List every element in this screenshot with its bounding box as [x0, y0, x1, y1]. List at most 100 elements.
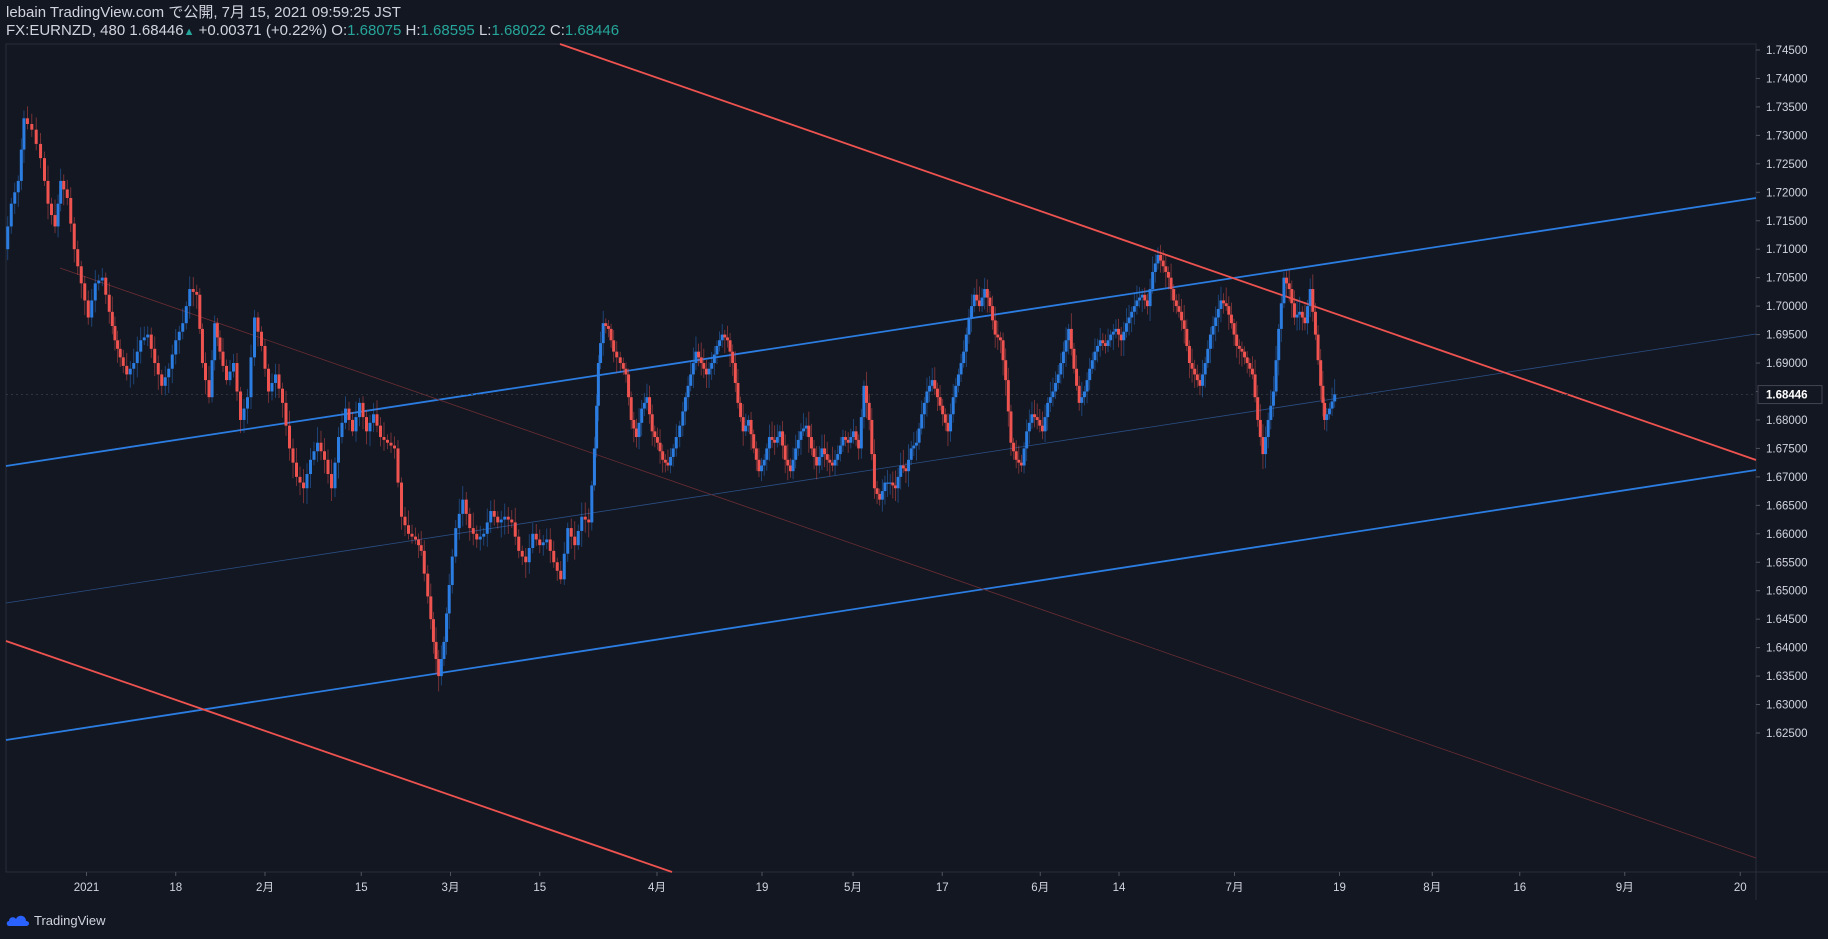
candle-body [121, 357, 125, 366]
candle-body [836, 454, 840, 460]
candle-body [431, 619, 435, 642]
candle-body [1101, 340, 1105, 344]
candle-body [773, 439, 777, 443]
candle-body [809, 437, 813, 449]
price-tag-label: 1.68446 [1766, 390, 1808, 402]
candle-body [833, 459, 837, 466]
candle-body [1193, 368, 1197, 375]
candle-body [1292, 303, 1296, 318]
price-tick-label: 1.70500 [1766, 273, 1808, 285]
candle-body [524, 556, 528, 563]
candle-body [736, 382, 740, 403]
candle-body [43, 158, 46, 181]
candle-body [812, 448, 816, 457]
candle-body [1248, 363, 1252, 369]
candle-body [489, 511, 493, 523]
candle-body [1038, 419, 1042, 426]
candle-body [382, 437, 386, 440]
candle-body [1253, 374, 1257, 398]
candle-body [83, 283, 87, 301]
candle-body [1211, 326, 1215, 335]
candle-body [1143, 294, 1147, 301]
candle-body [1046, 402, 1050, 418]
candle-body [775, 437, 779, 443]
candle-body [207, 380, 211, 398]
candle-body [396, 448, 400, 483]
candle-body [723, 334, 727, 338]
candle-body [648, 397, 652, 415]
candle-body [372, 414, 375, 423]
candle-body [683, 397, 687, 412]
candle-body [712, 354, 716, 364]
candle-body [715, 345, 719, 355]
candle-body [964, 334, 968, 352]
time-tick-label: 15 [355, 882, 368, 894]
candle-body [1303, 317, 1307, 324]
candle-body [1330, 401, 1334, 409]
candle-body [156, 363, 160, 375]
candle-body [925, 391, 929, 403]
price-tick-label: 1.65000 [1766, 586, 1808, 598]
candle-body [655, 437, 659, 443]
candle-body [1140, 294, 1144, 298]
candle-body [1327, 408, 1331, 415]
time-tick-label: 4月 [648, 882, 666, 894]
candle-body [1054, 382, 1058, 392]
candle-body [181, 323, 185, 332]
plot-area[interactable] [5, 43, 1757, 873]
candle-body [1019, 462, 1023, 466]
candle-body [1096, 345, 1100, 352]
candle-body [239, 391, 242, 420]
candle-body [198, 294, 202, 329]
candle-body [977, 300, 981, 307]
time-axis[interactable]: 2021 18 2月 15 3月 15 4月 19 5月 17 6月 14 7月 19 8月 16 9月 20 [74, 872, 1747, 894]
candle-body [468, 513, 472, 529]
time-tick-label: 2021 [74, 882, 100, 894]
candle-body [791, 459, 795, 472]
candle-body [379, 425, 382, 438]
candle-body [718, 340, 722, 346]
candle-body [642, 402, 646, 409]
candle-body [1035, 417, 1039, 420]
candle-body [830, 462, 834, 466]
candle-body [534, 533, 538, 540]
candle-body [213, 323, 217, 361]
candle-body [142, 337, 146, 341]
candle-body [580, 516, 584, 531]
candle-body [838, 445, 842, 455]
candle-body [457, 513, 461, 529]
candle-body [596, 363, 600, 406]
candle-body [980, 297, 984, 307]
candle-body [935, 388, 939, 398]
candle-body [191, 289, 195, 292]
candle-body [13, 192, 17, 204]
candle-body [930, 380, 934, 386]
candle-body [1203, 363, 1207, 375]
candle-body [904, 468, 908, 472]
candle-body [499, 519, 503, 523]
candle-body [562, 553, 566, 580]
time-tick-label: 5月 [844, 882, 862, 894]
candle-body [697, 351, 701, 358]
candle-body [347, 408, 351, 420]
candle-body [316, 442, 319, 452]
candle-body [277, 374, 281, 389]
candle-body [1256, 397, 1260, 420]
candle-body [658, 442, 662, 452]
candle-body [854, 431, 858, 440]
price-tick-label: 1.65500 [1766, 557, 1808, 569]
candle-body [983, 289, 987, 298]
candle-body [746, 419, 750, 426]
tradingview-cloud-icon [6, 915, 29, 926]
candle-body [817, 456, 821, 466]
candle-body [702, 363, 706, 369]
price-chart[interactable]: 1.74500 1.74000 1.73500 1.73000 1.72500 1.720… [0, 0, 1828, 939]
candle-body [312, 451, 316, 460]
candle-body [1085, 380, 1089, 392]
candle-body [6, 226, 10, 250]
candle-body [1198, 380, 1202, 386]
candle-body [1135, 300, 1139, 307]
candle-body [767, 437, 771, 449]
candle-body [922, 402, 926, 415]
candle-body [1006, 380, 1010, 412]
